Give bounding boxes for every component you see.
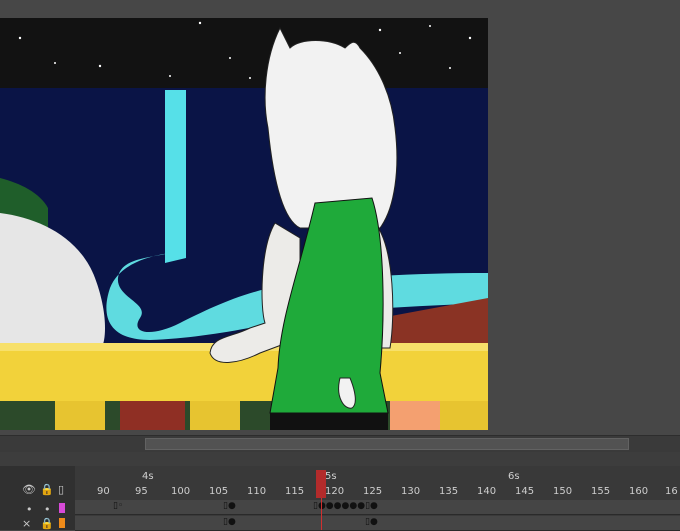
layer-frames-row[interactable]: ▯● ▯● (75, 516, 680, 531)
frame-number: 100 (171, 486, 191, 497)
keyframe[interactable]: ▯●●●●●●▯● (313, 500, 378, 512)
layer-color-swatch (59, 518, 65, 528)
frame-number: 160 (629, 486, 649, 497)
timeline-panel: 👁 🔒 ▯ • • × 🔒 4s 5s 6s 90 95 100 105 110… (0, 466, 680, 531)
keyframe[interactable]: ▯● (223, 500, 236, 512)
frame-number: 140 (477, 486, 497, 497)
layer-lock-dot[interactable]: • (44, 504, 51, 516)
stage-hscroll-thumb[interactable] (145, 438, 629, 450)
frame-number: 115 (285, 486, 305, 497)
frame-number: 16 (665, 486, 678, 497)
playhead-line (321, 498, 322, 530)
panel-divider (0, 452, 680, 466)
frame-number: 105 (209, 486, 229, 497)
frame-number: 90 (97, 486, 110, 497)
stage-canvas[interactable] (0, 18, 488, 430)
frame-grid[interactable]: ▯◦ ▯● ▯●●●●●●▯● ▯● ▯● (75, 500, 680, 531)
layer-controls: 👁 🔒 ▯ • • × 🔒 (0, 466, 76, 530)
frame-number: 150 (553, 486, 573, 497)
frame-number: 120 (325, 486, 345, 497)
frame-number: 130 (401, 486, 421, 497)
scene-artwork (0, 18, 488, 430)
second-marker: 4s (142, 471, 154, 482)
keyframe[interactable]: ▯● (223, 516, 236, 528)
layer-color-swatch (59, 503, 65, 513)
eye-icon[interactable]: 👁 (22, 484, 36, 496)
second-marker: 6s (508, 471, 520, 482)
layer-visibility-dot[interactable]: • (26, 504, 33, 516)
frame-number: 110 (247, 486, 267, 497)
frame-number: 135 (439, 486, 459, 497)
lock-icon[interactable]: 🔒 (40, 484, 54, 496)
keyframe[interactable]: ▯◦ (113, 500, 123, 512)
lock-icon[interactable]: 🔒 (40, 518, 54, 530)
timeline-ruler[interactable]: 4s 5s 6s 90 95 100 105 110 115 120 125 1… (75, 466, 680, 500)
playhead-handle[interactable] (316, 470, 326, 498)
outline-icon[interactable]: ▯ (58, 484, 64, 496)
frame-number: 95 (135, 486, 148, 497)
layer-frames-row[interactable]: ▯◦ ▯● ▯●●●●●●▯● (75, 500, 680, 515)
frame-number: 145 (515, 486, 535, 497)
frame-number: 155 (591, 486, 611, 497)
layer-hidden-icon[interactable]: × (22, 518, 31, 530)
keyframe[interactable]: ▯● (365, 516, 378, 528)
second-marker: 5s (325, 471, 337, 482)
frame-number: 125 (363, 486, 383, 497)
